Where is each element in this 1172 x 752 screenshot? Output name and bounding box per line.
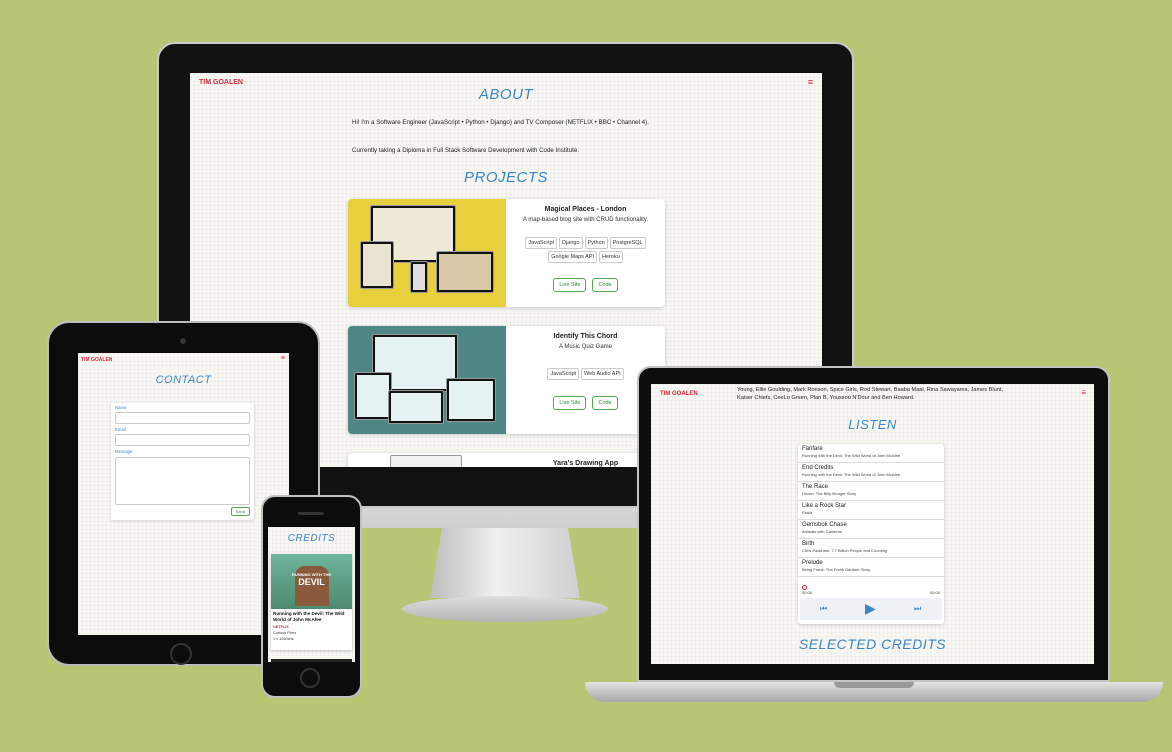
tech-tag: Heroku	[599, 251, 623, 263]
imac-foot	[402, 596, 608, 622]
project-screenshot	[348, 199, 506, 307]
player-controls: ⏮ ▶ ⏭	[800, 598, 942, 620]
project-title: Magical Places - London	[544, 206, 627, 213]
track-item[interactable]: Prelude Being Frank: The Frank Gardner S…	[798, 558, 944, 577]
track-item[interactable]: The Race Driven: The Billy Monger Story	[798, 482, 944, 501]
project-card: Yara's Drawing App	[348, 453, 665, 467]
brand-logo[interactable]: TIM GOALEN	[199, 79, 243, 86]
iphone-speaker	[298, 512, 324, 515]
next-card-edge	[271, 659, 352, 662]
track-title: Prelude	[802, 560, 823, 566]
imac-stand	[430, 528, 580, 598]
macbook-notch	[834, 682, 914, 688]
track-source: Running with the Devil: The Wild World o…	[802, 453, 901, 458]
macbook-screen: Young, Ellie Goulding, Mark Ronson, Spic…	[651, 384, 1094, 664]
credit-poster: RUNNING WITH THE DEVIL	[271, 554, 352, 609]
project-title: Identify This Chord	[553, 333, 618, 340]
about-paragraph: Hi! I'm a Software Engineer (JavaScript …	[352, 119, 649, 126]
track-source: Paula	[802, 510, 813, 515]
message-field[interactable]	[115, 457, 250, 505]
brand-logo[interactable]: TIM GOALEN	[81, 357, 112, 363]
ipad-home-button	[170, 643, 192, 665]
tech-tag: PostgreSQL	[609, 237, 646, 249]
track-title: Like a Rock Star	[802, 503, 847, 509]
poster-title: DEVIL	[298, 577, 325, 587]
send-button[interactable]: Send	[230, 507, 250, 516]
play-icon[interactable]: ▶	[865, 600, 876, 617]
email-label: Email	[115, 427, 126, 432]
current-time: 00:00	[802, 590, 813, 595]
iphone-screen: CREDITS RUNNING WITH THE DEVIL Running w…	[268, 527, 355, 662]
track-source: Driven: The Billy Monger Story	[802, 491, 857, 496]
track-item[interactable]: Gemsbok Chase Animals with Cameras	[798, 520, 944, 539]
message-label: Message	[115, 449, 133, 454]
previous-track-icon[interactable]: ⏮	[820, 604, 827, 614]
hamburger-menu-icon[interactable]: ≡	[281, 355, 285, 362]
credit-company: Curious Films	[273, 631, 297, 635]
next-track-icon[interactable]: ⏭	[914, 604, 921, 614]
project-description: A map-based blog site with CRUD function…	[522, 217, 649, 223]
total-time: 00:00	[929, 590, 940, 595]
brand-logo[interactable]: TIM GOALEN	[660, 391, 698, 397]
credit-card[interactable]: RUNNING WITH THE DEVIL Running with the …	[271, 554, 352, 650]
code-button[interactable]: Code	[592, 278, 618, 292]
credit-title: Running with the Devil: The Wild World o…	[273, 611, 345, 622]
live-site-button[interactable]: Live Site	[553, 396, 587, 410]
track-source: Animals with Cameras	[802, 529, 842, 534]
projects-heading: PROJECTS	[463, 169, 548, 186]
contact-form: Name Email Message Send	[111, 403, 254, 520]
project-card: Identify This Chord A Music Quiz Game Ja…	[348, 326, 665, 434]
email-field[interactable]	[115, 434, 250, 446]
collaborators-text: Young, Ellie Goulding, Mark Ronson, Spic…	[737, 387, 1003, 401]
track-item[interactable]: End Credits Running with the Devil: The …	[798, 463, 944, 482]
selected-credits-heading: SELECTED CREDITS	[798, 636, 947, 652]
credits-heading: CREDITS	[287, 533, 336, 544]
track-source: Being Frank: The Frank Gardner Story	[802, 567, 871, 572]
hamburger-menu-icon[interactable]: ≡	[1081, 388, 1086, 397]
ipad-screen: TIM GOALEN ≡ CONTACT Name Email Message …	[78, 353, 289, 635]
track-source: Chris Packham: 7.7 Billion People and Co…	[802, 548, 888, 553]
tech-tag: JavaScript	[525, 237, 558, 249]
track-title: The Race	[802, 484, 829, 490]
track-title: Gemsbok Chase	[802, 522, 847, 528]
listen-heading: LISTEN	[848, 417, 897, 432]
credit-network: NETFLIX	[273, 625, 289, 629]
track-item[interactable]: Like a Rock Star Paula	[798, 501, 944, 520]
tech-tag: Google Maps API	[548, 251, 598, 263]
project-card: Magical Places - London A map-based blog…	[348, 199, 665, 307]
track-title: Fanfare	[802, 446, 823, 452]
project-screenshot	[348, 326, 506, 434]
ipad-camera	[180, 338, 186, 344]
live-site-button[interactable]: Live Site	[553, 278, 587, 292]
tech-tag: JavaScript	[547, 368, 580, 380]
track-source: Running with the Devil: The Wild World o…	[802, 472, 901, 477]
track-item[interactable]: Birth Chris Packham: 7.7 Billion People …	[798, 539, 944, 558]
name-field[interactable]	[115, 412, 250, 424]
code-button[interactable]: Code	[592, 396, 618, 410]
tech-tag: Django	[559, 237, 583, 249]
track-item[interactable]: Fanfare Running with the Devil: The Wild…	[798, 444, 944, 463]
name-label: Name	[115, 405, 127, 410]
tech-tag: Web Audio API	[581, 368, 624, 380]
iphone-home-button	[300, 668, 320, 688]
project-description: A Music Quiz Game	[558, 344, 612, 350]
contact-heading: CONTACT	[155, 374, 212, 386]
project-screenshot	[348, 453, 506, 467]
tech-tag: Python	[584, 237, 608, 249]
about-paragraph: Currently taking a Diploma in Full Stack…	[352, 147, 579, 154]
audio-player: Fanfare Running with the Devil: The Wild…	[798, 444, 944, 624]
track-title: End Credits	[802, 465, 834, 471]
about-heading: ABOUT	[478, 86, 534, 103]
track-title: Birth	[802, 541, 815, 547]
credit-duration: 1 x 105mins	[273, 637, 294, 641]
